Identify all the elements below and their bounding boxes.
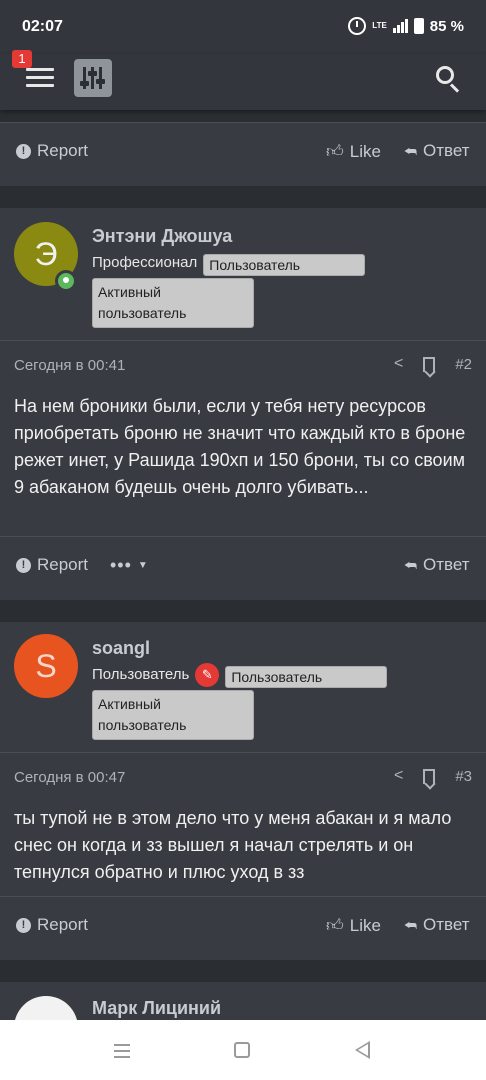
search-button[interactable]: [436, 66, 462, 93]
thumbs-up-icon: 👍︎: [326, 916, 344, 935]
more-icon: •••: [110, 555, 132, 575]
user-title-row: Пользователь ✎ Пользователь: [92, 663, 388, 688]
user-title: Профессионал: [92, 254, 198, 271]
avatar[interactable]: [14, 996, 78, 1020]
post-body: ты тупой не в этом дело что у меня абака…: [14, 808, 452, 882]
post-meta: Сегодня в 00:41 < #2: [0, 341, 486, 389]
post-author-block: S soangl Пользователь ✎ Пользователь Акт…: [0, 622, 486, 752]
recent-apps-button[interactable]: [114, 1044, 130, 1062]
battery-level: 85 %: [429, 17, 464, 35]
user-title: Пользователь: [92, 666, 190, 683]
post-author-block: Э Энтэни Джошуа Профессионал Пользовател…: [0, 208, 486, 340]
username[interactable]: Энтэни Джошуа: [92, 226, 232, 247]
user-banner: Активный пользователь: [92, 690, 254, 740]
filter-button[interactable]: [74, 59, 112, 97]
signal-icon: [392, 19, 408, 33]
back-button[interactable]: [355, 1041, 370, 1059]
post-body: На нем броники были, если у тебя нету ре…: [14, 396, 466, 497]
reply-icon: ⮪: [404, 556, 418, 573]
avatar[interactable]: S: [14, 634, 78, 698]
post-card: Марк Лициний: [0, 982, 486, 1020]
reply-icon: ⮪: [404, 142, 418, 159]
lte-label: LTE: [372, 21, 387, 30]
menu-button[interactable]: [26, 68, 54, 92]
report-icon: !: [16, 557, 31, 573]
user-title-row: Профессионал Пользователь: [92, 254, 366, 276]
report-button[interactable]: ! Report: [16, 555, 88, 575]
more-actions-button[interactable]: ••• ▼: [110, 555, 148, 576]
report-icon: !: [16, 917, 31, 933]
user-banner: Активный пользователь: [92, 278, 254, 328]
report-icon: !: [16, 143, 31, 159]
reply-button[interactable]: ⮪ Ответ: [404, 555, 470, 575]
notification-badge[interactable]: 1: [12, 50, 32, 68]
bookmark-icon[interactable]: [423, 768, 436, 784]
status-icons: LTE 85 %: [348, 17, 464, 35]
like-button[interactable]: 👍︎ Like: [326, 141, 381, 162]
status-bar: 02:07 LTE 85 %: [0, 0, 486, 54]
staff-icon: ✎: [195, 663, 220, 687]
post-meta: Сегодня в 00:47 < #3: [0, 753, 486, 801]
battery-icon: [413, 18, 424, 34]
system-navigation-bar: [0, 1020, 486, 1080]
post-card: S soangl Пользователь ✎ Пользователь Акт…: [0, 622, 486, 960]
like-button[interactable]: 👍︎ Like: [326, 915, 381, 936]
post-number[interactable]: #3: [455, 768, 472, 785]
user-banner: Пользователь: [225, 666, 388, 688]
alarm-icon: [348, 17, 367, 35]
report-button[interactable]: ! Report: [16, 915, 88, 935]
previous-post-footer: ! Report 👍︎ Like ⮪ Ответ: [0, 122, 486, 186]
post-number[interactable]: #2: [455, 356, 472, 373]
post-date[interactable]: Сегодня в 00:41: [14, 357, 125, 374]
user-banner: Пользователь: [203, 254, 366, 276]
username[interactable]: Марк Лициний: [92, 998, 221, 1019]
report-button[interactable]: ! Report: [16, 141, 88, 161]
thumbs-up-icon: 👍︎: [326, 142, 344, 161]
username[interactable]: soangl: [92, 638, 150, 659]
reply-button[interactable]: ⮪ Ответ: [404, 915, 470, 935]
reply-button[interactable]: ⮪ Ответ: [404, 141, 470, 161]
chevron-down-icon: ▼: [137, 560, 148, 571]
post-date[interactable]: Сегодня в 00:47: [14, 769, 125, 786]
online-status-icon: [55, 270, 77, 292]
status-time: 02:07: [22, 18, 63, 35]
share-icon[interactable]: <: [394, 355, 403, 373]
bookmark-icon[interactable]: [423, 356, 436, 372]
search-icon: [436, 66, 454, 84]
share-icon[interactable]: <: [394, 767, 403, 785]
home-button[interactable]: [234, 1042, 250, 1058]
reply-icon: ⮪: [404, 916, 418, 933]
post-card: Э Энтэни Джошуа Профессионал Пользовател…: [0, 208, 486, 600]
top-app-bar: 1: [0, 50, 486, 110]
